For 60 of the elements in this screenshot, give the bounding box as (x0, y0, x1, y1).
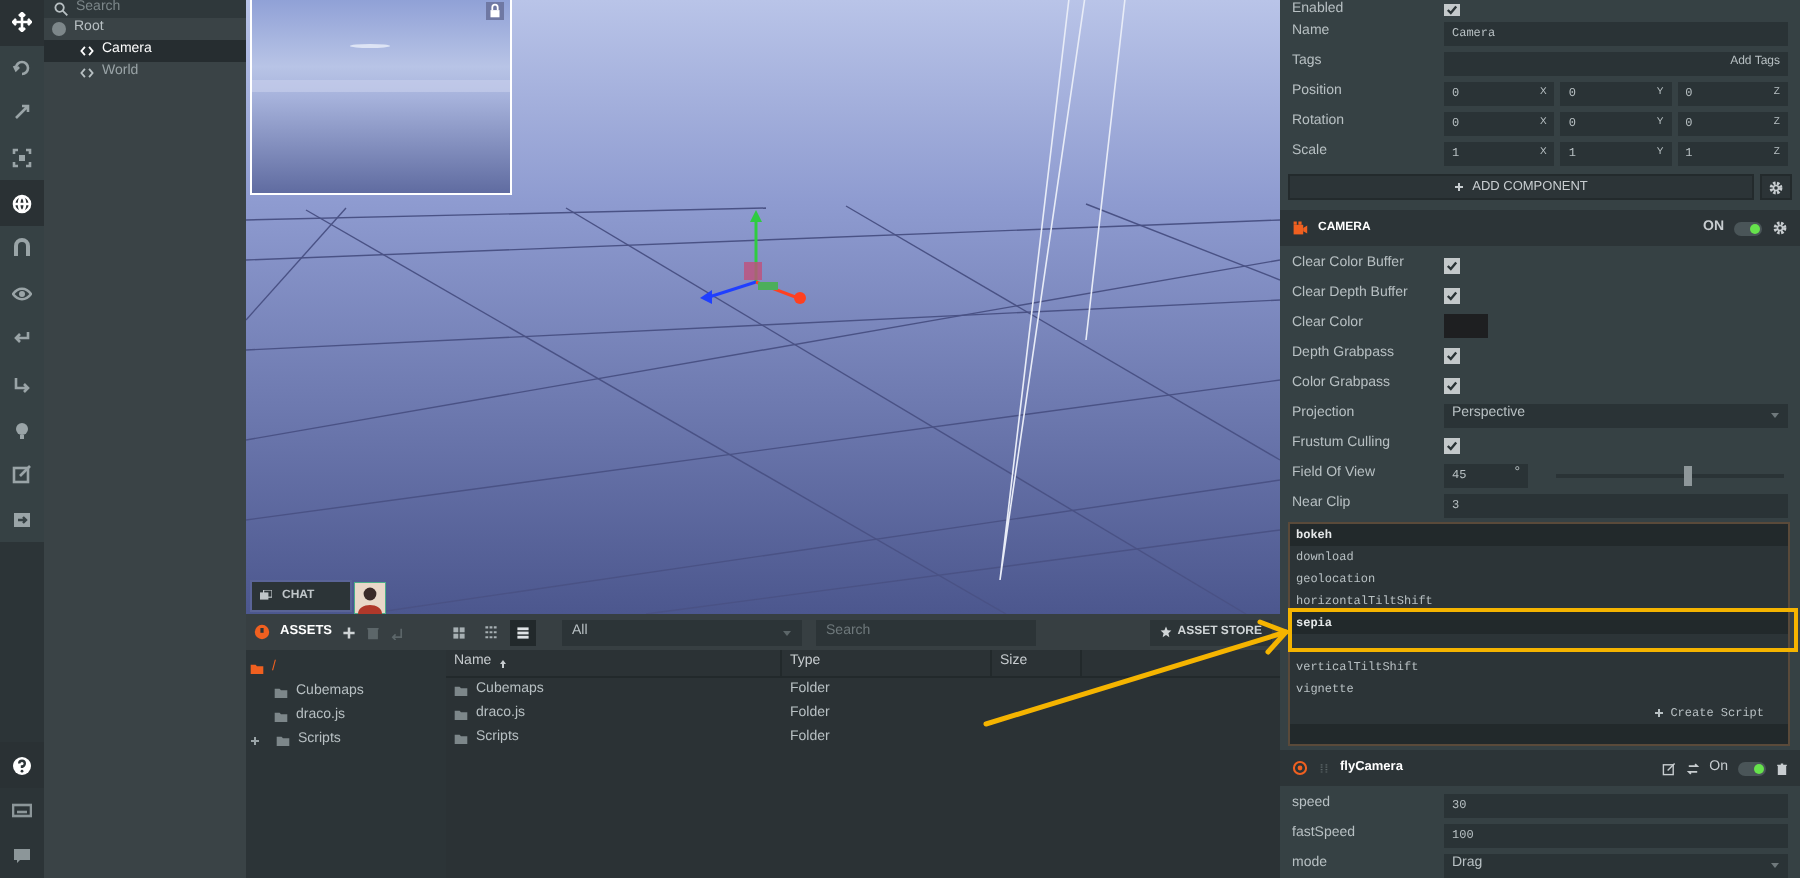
move-icon[interactable] (12, 12, 32, 33)
camera-icon (1292, 220, 1308, 236)
star-icon (1159, 626, 1172, 638)
scale-icon[interactable] (12, 102, 32, 123)
caret-icon (782, 627, 793, 637)
checkbox[interactable] (1444, 257, 1460, 273)
slider-thumb[interactable] (1684, 465, 1693, 485)
checkbox[interactable] (1444, 287, 1460, 303)
entity-icon (80, 66, 94, 80)
edit-icon[interactable] (1661, 761, 1676, 775)
redo-icon[interactable] (12, 374, 32, 395)
resize-icon[interactable] (12, 148, 32, 169)
keyboard-icon[interactable] (12, 800, 32, 821)
caret-icon (1770, 410, 1780, 420)
add-icon (1654, 707, 1665, 717)
script-name-field[interactable] (1290, 724, 1788, 744)
drag-handle-icon[interactable] (1318, 761, 1330, 775)
chat-icon[interactable] (12, 845, 32, 866)
assets-icon (254, 624, 270, 640)
chat-icon (260, 590, 272, 602)
avatar[interactable] (354, 582, 386, 614)
settings-icon (1768, 179, 1784, 195)
caret-icon (1770, 860, 1780, 870)
help-icon[interactable] (12, 755, 32, 776)
launch-icon[interactable] (12, 509, 32, 530)
entity-icon (80, 44, 94, 58)
check-icon (1446, 3, 1458, 15)
settings-button[interactable] (1760, 174, 1792, 200)
checkbox[interactable] (1444, 347, 1460, 363)
sort-arrow-icon (497, 657, 508, 669)
node-dot-icon (52, 22, 66, 36)
check-icon (1446, 439, 1458, 451)
check-icon (1446, 379, 1458, 391)
check-icon (1446, 349, 1458, 361)
add-icon[interactable] (342, 625, 357, 639)
color-swatch[interactable] (1444, 313, 1488, 337)
edit-icon[interactable] (12, 464, 32, 485)
refresh-icon[interactable] (1685, 761, 1700, 775)
check-icon (1446, 289, 1458, 301)
globe-icon[interactable] (12, 193, 32, 214)
add-icon (1454, 182, 1465, 192)
list-view-icon (516, 625, 531, 639)
view-toggle[interactable] (510, 619, 537, 645)
toggle-switch[interactable] (1734, 221, 1762, 235)
check-icon (1446, 259, 1458, 271)
search-icon (54, 2, 68, 16)
magnet-icon[interactable] (12, 238, 32, 259)
lock-icon[interactable] (486, 2, 504, 20)
checkbox[interactable] (1444, 377, 1460, 393)
large-grid-icon (484, 625, 499, 639)
rotate-icon[interactable] (12, 57, 32, 78)
lightbulb-icon[interactable] (12, 419, 32, 440)
eye-icon[interactable] (12, 283, 32, 304)
checkbox[interactable] (1444, 437, 1460, 453)
small-grid-icon (452, 625, 467, 639)
script-icon (1292, 760, 1308, 776)
settings-icon[interactable] (1772, 220, 1788, 236)
checkbox[interactable] (1444, 3, 1460, 15)
scene-drawing[interactable] (246, 0, 1280, 614)
toggle-switch[interactable] (1738, 761, 1766, 775)
